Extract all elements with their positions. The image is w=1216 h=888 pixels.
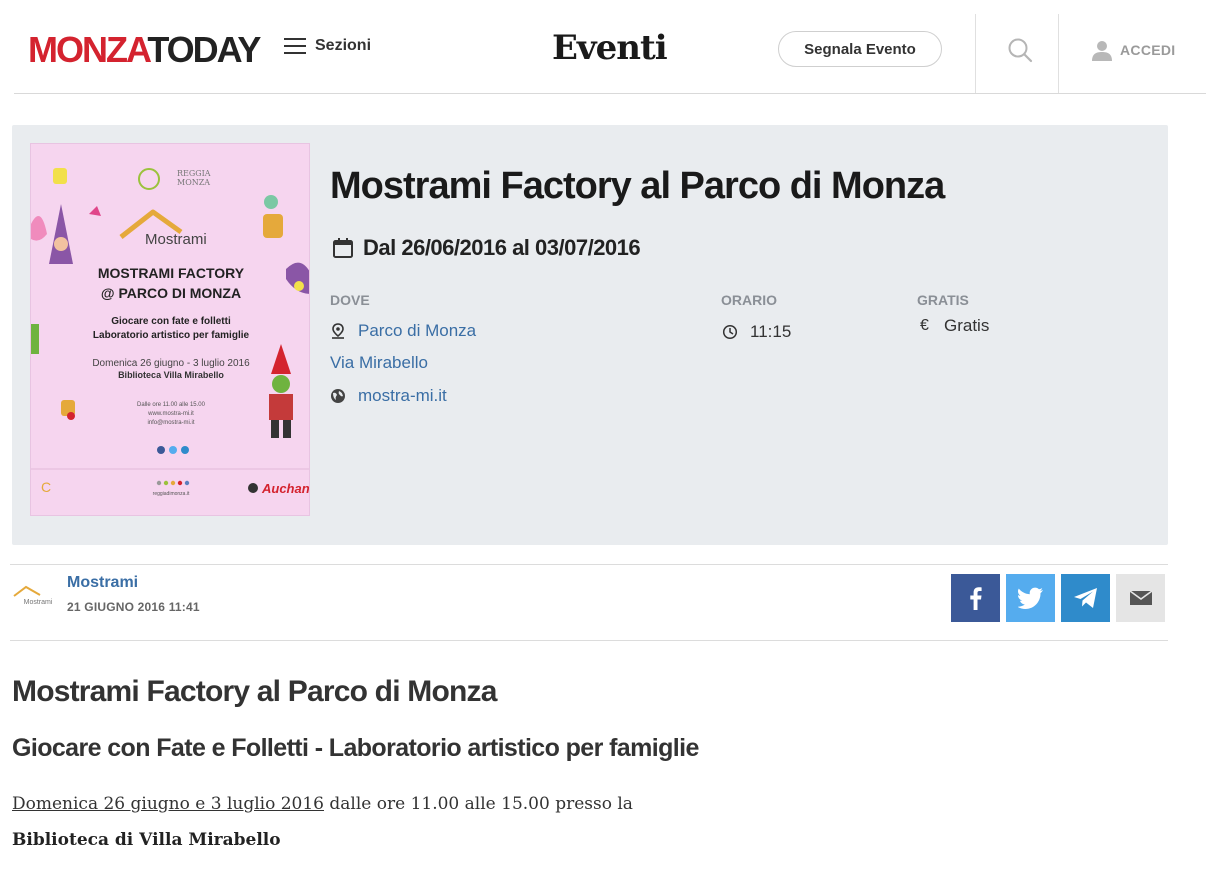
- share-facebook-button[interactable]: [951, 574, 1000, 622]
- svg-text:Dalle ore 11.00 alle 15.00: Dalle ore 11.00 alle 15.00: [137, 402, 206, 408]
- svg-text:MOSTRAMI FACTORY: MOSTRAMI FACTORY: [98, 265, 245, 281]
- svg-text:Giocare con fate e folletti: Giocare con fate e folletti: [111, 316, 231, 327]
- svg-text:reggiadimonza.it: reggiadimonza.it: [153, 491, 190, 497]
- twitter-icon: [1017, 587, 1043, 609]
- event-dates: Dal 26/06/2016 al 03/07/2016: [332, 235, 641, 261]
- sections-menu-button[interactable]: Sezioni: [284, 37, 371, 55]
- event-dates-text: Dal 26/06/2016 al 03/07/2016: [363, 235, 641, 260]
- divider: [10, 640, 1168, 641]
- svg-text:Mostrami: Mostrami: [145, 231, 207, 248]
- svg-text:C: C: [41, 479, 51, 495]
- login-label: ACCEDI: [1120, 42, 1176, 58]
- header-divider: [975, 14, 976, 94]
- sections-menu-label: Sezioni: [315, 37, 372, 54]
- login-button[interactable]: ACCEDI: [1090, 38, 1175, 62]
- publish-date: 21 GIUGNO 2016 11:41: [67, 600, 200, 614]
- svg-text:Auchan: Auchan: [261, 481, 310, 496]
- map-pin-icon: [332, 323, 344, 339]
- logo-monza: MONZA: [28, 29, 149, 70]
- where-label: DOVE: [330, 292, 370, 308]
- article-paragraph-text: dalle ore 11.00 alle 15.00 presso la: [324, 794, 633, 814]
- telegram-icon: [1073, 588, 1097, 608]
- search-icon[interactable]: [1006, 36, 1034, 64]
- section-title: Eventi: [552, 28, 668, 68]
- site-header: MONZATODAY Sezioni Eventi Segnala Evento…: [0, 0, 1216, 95]
- clock-icon: [722, 324, 738, 340]
- event-price: € Gratis: [920, 316, 989, 336]
- svg-text:Domenica 26 giugno - 3 luglio: Domenica 26 giugno - 3 luglio 2016: [92, 358, 250, 369]
- calendar-icon: [333, 238, 353, 258]
- event-time: 11:15: [722, 322, 791, 342]
- website-link[interactable]: mostra-mi.it: [330, 386, 447, 406]
- logo-today: TODAY: [147, 29, 261, 70]
- author-avatar[interactable]: Mostrami: [12, 584, 58, 606]
- time-label: ORARIO: [721, 292, 777, 308]
- hamburger-icon: [284, 38, 306, 54]
- share-telegram-button[interactable]: [1061, 574, 1110, 622]
- svg-text:www.mostra-mi.it: www.mostra-mi.it: [147, 411, 194, 417]
- article-venue: Biblioteca di Villa Mirabello: [12, 830, 281, 850]
- place-name: Parco di Monza: [358, 321, 477, 340]
- article-subtitle: Giocare con Fate e Folletti - Laboratori…: [12, 734, 699, 762]
- event-time-text: 11:15: [750, 322, 792, 341]
- site-logo[interactable]: MONZATODAY: [28, 28, 261, 72]
- header-divider-line: [14, 93, 1206, 94]
- svg-text:REGGIA: REGGIA: [177, 169, 211, 178]
- event-title: Mostrami Factory al Parco di Monza: [330, 165, 945, 207]
- event-card: REGGIA MONZA Mostrami MOSTRAMI FACTORY @…: [12, 125, 1168, 545]
- article-paragraph: Domenica 26 giugno e 3 luglio 2016 dalle…: [12, 794, 633, 814]
- globe-icon: [331, 389, 345, 403]
- svg-text:Biblioteca Villa Mirabello: Biblioteca Villa Mirabello: [118, 370, 224, 380]
- share-twitter-button[interactable]: [1006, 574, 1055, 622]
- svg-text:Mostrami: Mostrami: [24, 599, 53, 606]
- report-event-button[interactable]: Segnala Evento: [778, 31, 942, 67]
- event-price-text: Gratis: [944, 316, 990, 335]
- divider: [10, 564, 1168, 565]
- svg-text:@ PARCO DI MONZA: @ PARCO DI MONZA: [101, 285, 241, 301]
- article-date-link[interactable]: Domenica 26 giugno e 3 luglio 2016: [12, 794, 324, 814]
- price-label: GRATIS: [917, 292, 969, 308]
- share-email-button[interactable]: [1116, 574, 1165, 622]
- author-name[interactable]: Mostrami: [67, 574, 138, 592]
- header-divider: [1058, 14, 1059, 94]
- svg-text:info@mostra-mi.it: info@mostra-mi.it: [147, 420, 194, 426]
- article-title: Mostrami Factory al Parco di Monza: [12, 675, 497, 708]
- place-link[interactable]: Parco di Monza: [330, 321, 476, 341]
- website-text: mostra-mi.it: [358, 386, 447, 405]
- address-link[interactable]: Via Mirabello: [330, 353, 428, 373]
- user-icon: [1092, 41, 1112, 61]
- event-poster-image[interactable]: REGGIA MONZA Mostrami MOSTRAMI FACTORY @…: [30, 143, 310, 516]
- euro-icon: €: [920, 317, 929, 334]
- email-icon: [1129, 590, 1152, 605]
- facebook-icon: [969, 587, 982, 610]
- svg-text:Laboratorio artistico per fami: Laboratorio artistico per famiglie: [93, 330, 250, 341]
- svg-text:MONZA: MONZA: [177, 178, 210, 187]
- poster-artwork: REGGIA MONZA Mostrami MOSTRAMI FACTORY @…: [31, 144, 310, 515]
